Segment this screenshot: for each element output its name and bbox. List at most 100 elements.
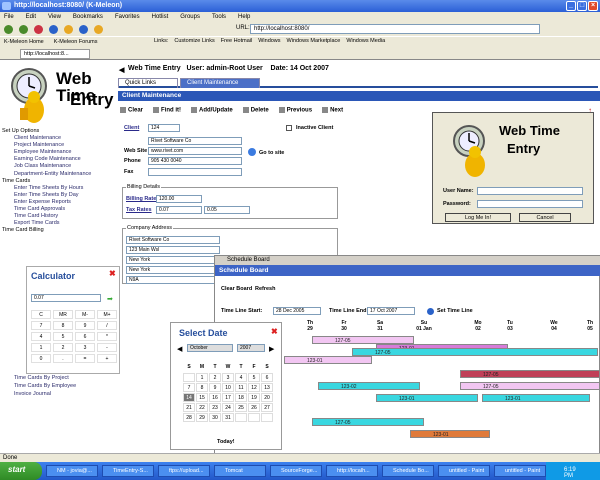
calc-key[interactable]: 7 [31, 321, 51, 330]
calc-key[interactable]: C [31, 310, 51, 319]
calendar-day[interactable]: 14 [183, 393, 195, 402]
set-timeline-button[interactable]: Set Time Line [437, 308, 473, 314]
menu-favorites[interactable]: Favorites [115, 14, 140, 20]
calculator-insert-icon[interactable]: ➡ [107, 295, 113, 303]
bookmark-kmeleon-forums[interactable]: K-Meleon Forums [54, 39, 98, 45]
today-button[interactable]: Today! [217, 439, 235, 445]
link-customize[interactable]: Customize Links [174, 38, 214, 44]
calc-key[interactable]: 4 [31, 332, 51, 341]
sidebar-item-by-employee[interactable]: Time Cards By Employee [14, 382, 76, 390]
year-select[interactable]: 2007 [237, 344, 265, 352]
calendar-day[interactable]: 3 [222, 373, 234, 382]
prev-month-icon[interactable]: ◀ [177, 345, 182, 353]
calc-key[interactable]: 2 [53, 343, 73, 352]
sidebar-item-job-class[interactable]: Job Class Maintenance [2, 163, 114, 170]
find-button[interactable]: Find it! [153, 107, 181, 114]
link-windows[interactable]: Windows [258, 38, 280, 44]
calendar-day[interactable]: 31 [222, 413, 234, 422]
link-media[interactable]: Windows Media [346, 38, 385, 44]
start-button[interactable]: start [0, 462, 42, 480]
delete-button[interactable]: Delete [242, 107, 269, 114]
inactive-checkbox[interactable] [286, 125, 292, 131]
calendar-day[interactable]: 22 [196, 403, 208, 412]
print-icon[interactable] [94, 24, 103, 34]
taskbar-item[interactable]: http://localh... [326, 465, 378, 477]
calendar-day[interactable]: 21 [183, 403, 195, 412]
calc-key[interactable]: 0 [31, 354, 51, 363]
sidebar-item-department[interactable]: Department-Entity Maintenance [2, 171, 114, 178]
fax-input[interactable] [148, 168, 242, 176]
sidebar-item-sheets-day[interactable]: Enter Time Sheets By Day [2, 192, 114, 199]
taskbar-item[interactable]: NM - jovia@... [46, 465, 98, 477]
calc-key[interactable]: 6 [75, 332, 95, 341]
schedule-bar[interactable]: 123-01 [284, 356, 372, 364]
menu-view[interactable]: View [48, 14, 61, 20]
sidebar-item-by-project[interactable]: Time Cards By Project [14, 374, 76, 382]
calendar-day[interactable]: 24 [222, 403, 234, 412]
sidebar-item-project-maintenance[interactable]: Project Maintenance [2, 142, 114, 149]
calendar-day[interactable]: 4 [235, 373, 247, 382]
menu-bookmarks[interactable]: Bookmarks [73, 14, 103, 20]
next-button[interactable]: Next [322, 107, 343, 114]
schedule-bar[interactable]: 127-05 [312, 336, 414, 344]
calendar-day[interactable]: 6 [261, 373, 273, 382]
sidebar-item-approvals[interactable]: Time Card Approvals [2, 206, 114, 213]
globe-icon[interactable] [248, 148, 256, 156]
calc-key[interactable]: 8 [53, 321, 73, 330]
taskbar-item[interactable]: TimeEntry-S... [102, 465, 154, 477]
schedule-bar[interactable]: 123-01 [410, 430, 490, 438]
calendar-day[interactable]: 7 [183, 383, 195, 392]
calc-key[interactable]: M+ [97, 310, 117, 319]
date-picker-close-icon[interactable]: ✖ [271, 327, 278, 336]
billing-rate-label[interactable]: Billing Rate [126, 196, 156, 202]
phone-input[interactable]: 905 430 0040 [148, 157, 242, 165]
taskbar-item[interactable]: untitled - Paint [494, 465, 546, 477]
calendar-day[interactable]: 1 [196, 373, 208, 382]
sidebar-item-export[interactable]: Export Time Cards [2, 220, 114, 227]
calendar-day[interactable]: 28 [183, 413, 195, 422]
client-id-input[interactable]: 124 [148, 124, 180, 132]
calc-key[interactable]: 5 [53, 332, 73, 341]
forward-icon[interactable] [19, 24, 28, 34]
calc-key[interactable]: M- [75, 310, 95, 319]
calendar-day[interactable]: 23 [209, 403, 221, 412]
timeline-start-input[interactable]: 28 Dec 2005 [273, 307, 321, 315]
sidebar-item-expense[interactable]: Enter Expense Reports [2, 199, 114, 206]
calc-key[interactable]: 3 [75, 343, 95, 352]
calendar-day[interactable]: 25 [235, 403, 247, 412]
address-line5[interactable]: N9A [126, 276, 220, 284]
calc-key[interactable]: * [97, 332, 117, 341]
taskbar-item[interactable]: untitled - Paint [438, 465, 490, 477]
calendar-day[interactable]: 20 [261, 393, 273, 402]
minimize-button[interactable]: _ [566, 1, 576, 11]
calendar-day[interactable]: 2 [209, 373, 221, 382]
calculator-display[interactable]: 0.07 [31, 294, 101, 302]
sidebar-item-invoice[interactable]: Invoice Journal [14, 390, 76, 398]
link-marketplace[interactable]: Windows Marketplace [287, 38, 341, 44]
calendar-day[interactable]: 16 [209, 393, 221, 402]
calc-key[interactable]: 1 [31, 343, 51, 352]
schedule-bar[interactable]: 127-05 [460, 370, 600, 378]
client-label[interactable]: Client [124, 125, 139, 131]
home-icon[interactable] [64, 24, 73, 34]
taskbar-item[interactable]: ftps://upload... [158, 465, 210, 477]
calendar-day[interactable]: 10 [222, 383, 234, 392]
billing-rate-input[interactable]: 120.00 [156, 195, 202, 203]
menu-groups[interactable]: Groups [180, 14, 200, 20]
menu-file[interactable]: File [4, 14, 14, 20]
calc-key[interactable]: + [97, 354, 117, 363]
previous-button[interactable]: Previous [278, 107, 312, 114]
calendar-day[interactable]: 30 [209, 413, 221, 422]
calendar-day[interactable]: 15 [196, 393, 208, 402]
month-select[interactable]: October [187, 344, 233, 352]
link-hotmail[interactable]: Free Hotmail [221, 38, 252, 44]
username-input[interactable] [477, 187, 583, 195]
address-line4[interactable]: New York [126, 266, 220, 274]
collapse-arrow-icon[interactable]: ◀ [119, 66, 124, 74]
sidebar-section-time-cards[interactable]: Time Cards [2, 178, 114, 185]
schedule-bar[interactable]: 123-01 [482, 394, 590, 402]
tab-client-maintenance[interactable]: Client Maintenance [180, 78, 260, 88]
schedule-bar[interactable]: 127-05 [312, 418, 424, 426]
sidebar-section-setup[interactable]: Set Up Options [2, 128, 114, 135]
calendar-day[interactable]: 29 [196, 413, 208, 422]
